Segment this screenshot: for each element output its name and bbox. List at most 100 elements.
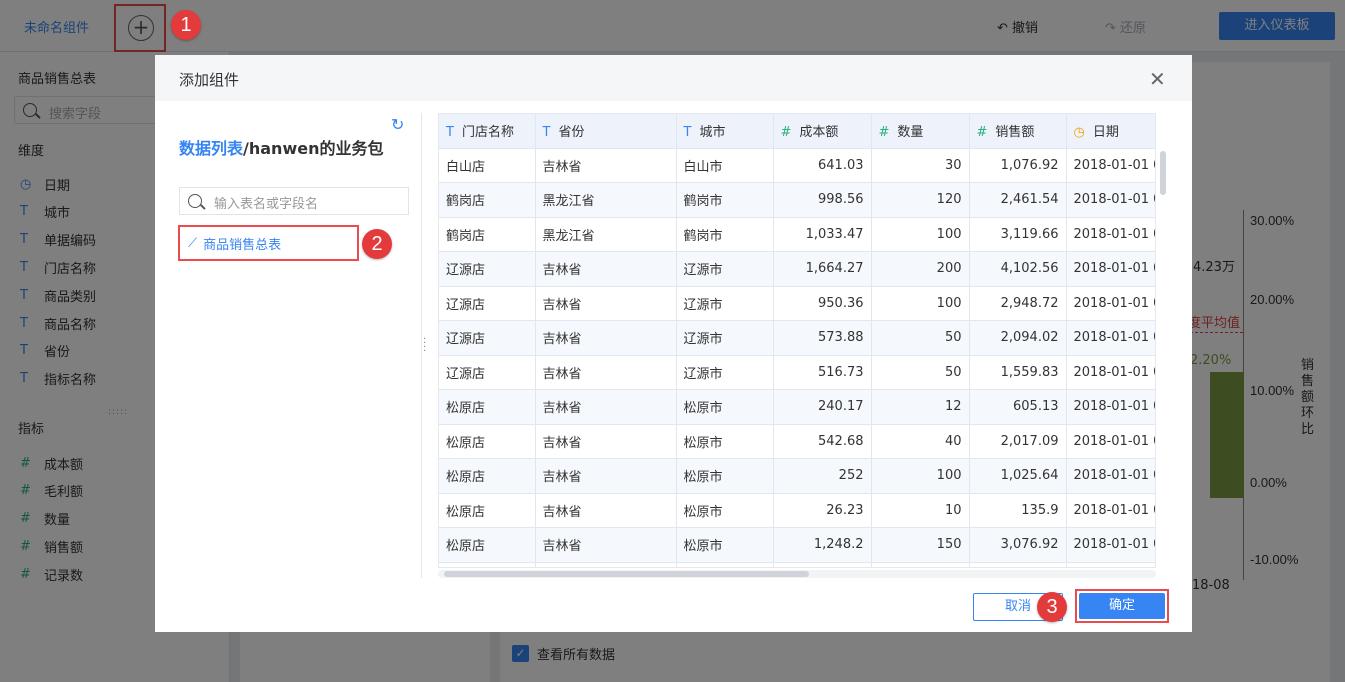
table-cell: 鹤岗店 xyxy=(439,217,536,252)
table-item-sales[interactable]: ⟋ 商品销售总表 xyxy=(178,225,359,261)
table-cell: 40 xyxy=(871,424,970,459)
search-icon xyxy=(188,194,202,208)
table-cell: 1,033.47 xyxy=(773,217,872,252)
hash-icon: # xyxy=(976,125,988,141)
table-cell: 1,664.27 xyxy=(773,251,872,287)
table-cell xyxy=(535,562,677,567)
table-cell: 松原店 xyxy=(439,424,536,459)
table-cell: 950.36 xyxy=(773,286,872,321)
table-cell: 2,094.02 xyxy=(969,320,1067,356)
table-cell: 30 xyxy=(871,148,970,183)
table-cell: 50 xyxy=(871,355,970,390)
table-row xyxy=(439,562,1155,567)
table-cell: 150 xyxy=(871,527,970,563)
table-row: 辽源店 吉林省 辽源市 573.88 50 2,094.02 2018-01-01 0 xyxy=(439,320,1155,356)
horizontal-scrollbar[interactable] xyxy=(444,571,809,577)
table-cell: 黑龙江省 xyxy=(535,182,677,218)
table-cell: 542.68 xyxy=(773,424,872,459)
table-cell: 辽源店 xyxy=(439,320,536,356)
table-cell: 2018-01-01 0 xyxy=(1066,527,1155,563)
table-cell: 240.17 xyxy=(773,389,872,425)
panel-divider xyxy=(421,113,422,578)
table-cell: 3,076.92 xyxy=(969,527,1067,563)
table-cell: 辽源店 xyxy=(439,251,536,287)
data-list-link[interactable]: 数据列表 xyxy=(179,139,243,158)
table-row: 松原店 吉林省 松原市 240.17 12 605.13 2018-01-01 0 xyxy=(439,389,1155,425)
table-cell: 吉林省 xyxy=(535,424,677,459)
column-header[interactable]: # 数量 xyxy=(871,114,970,149)
table-cell: 辽源市 xyxy=(676,286,774,321)
table-cell: 516.73 xyxy=(773,355,872,390)
drag-handle[interactable]: · · · · xyxy=(423,335,426,357)
table-search-input[interactable]: 输入表名或字段名 xyxy=(179,187,409,215)
table-cell: 2018-01-01 0 xyxy=(1066,355,1155,390)
table-row: 白山店 吉林省 白山市 641.03 30 1,076.92 2018-01-01 0 xyxy=(439,148,1155,183)
table-row: 松原店 吉林省 松原市 252 100 1,025.64 2018-01-01 0 xyxy=(439,458,1155,494)
table-cell xyxy=(676,562,774,567)
ok-button-highlight: 确定 xyxy=(1075,589,1169,623)
table-cell: 2,948.72 xyxy=(969,286,1067,321)
table-cell: 白山店 xyxy=(439,148,536,183)
table-cell: 2018-01-01 0 xyxy=(1066,320,1155,356)
table-cell: 辽源市 xyxy=(676,251,774,287)
ok-button[interactable]: 确定 xyxy=(1079,593,1165,619)
table-cell: 1,559.83 xyxy=(969,355,1067,390)
table-cell: 200 xyxy=(871,251,970,287)
table-cell: 1,076.92 xyxy=(969,148,1067,183)
close-icon[interactable]: ✕ xyxy=(1149,67,1166,91)
table-cell: 605.13 xyxy=(969,389,1067,425)
table-cell: 松原店 xyxy=(439,389,536,425)
table-cell: 辽源市 xyxy=(676,355,774,390)
text-type-icon: T xyxy=(542,125,551,141)
table-cell: 黑龙江省 xyxy=(535,217,677,252)
table-cell: 573.88 xyxy=(773,320,872,356)
column-header[interactable]: T 门店名称 xyxy=(439,114,536,149)
table-cell: 松原市 xyxy=(676,389,774,425)
table-cell: 白山市 xyxy=(676,148,774,183)
table-cell: 26.23 xyxy=(773,493,872,528)
table-link-icon: ⟋ xyxy=(188,235,198,251)
table-cell xyxy=(773,562,872,567)
column-header[interactable]: # 成本额 xyxy=(773,114,872,149)
vertical-scrollbar[interactable] xyxy=(1160,151,1166,195)
table-cell: 辽源市 xyxy=(676,320,774,356)
table-cell: 松原市 xyxy=(676,424,774,459)
table-cell: 2018-01-01 0 xyxy=(1066,182,1155,218)
table-cell: 鹤岗市 xyxy=(676,182,774,218)
table-cell: 松原店 xyxy=(439,527,536,563)
table-cell: 松原店 xyxy=(439,458,536,494)
table-cell: 641.03 xyxy=(773,148,872,183)
table-cell: 2018-01-01 0 xyxy=(1066,217,1155,252)
table-cell: 2018-01-01 0 xyxy=(1066,148,1155,183)
table-cell: 辽源店 xyxy=(439,286,536,321)
table-cell: 2018-01-01 0 xyxy=(1066,251,1155,287)
column-header[interactable]: # 销售额 xyxy=(969,114,1067,149)
table-cell: 100 xyxy=(871,458,970,494)
table-cell xyxy=(969,562,1067,567)
table-cell: 吉林省 xyxy=(535,493,677,528)
step-badge-2: 2 xyxy=(362,229,392,259)
table-cell: 2018-01-01 0 xyxy=(1066,493,1155,528)
table-cell: 吉林省 xyxy=(535,251,677,287)
table-cell xyxy=(1066,562,1155,567)
table-cell: 2018-01-01 0 xyxy=(1066,286,1155,321)
table-row: 辽源店 吉林省 辽源市 516.73 50 1,559.83 2018-01-01 0 xyxy=(439,355,1155,390)
column-header[interactable]: T 城市 xyxy=(676,114,774,149)
table-cell: 吉林省 xyxy=(535,458,677,494)
refresh-icon[interactable]: ↻ xyxy=(391,115,404,134)
table-cell: 松原店 xyxy=(439,493,536,528)
column-header[interactable]: ◷ 日期 xyxy=(1066,114,1155,149)
table-cell: 252 xyxy=(773,458,872,494)
table-cell: 鹤岗市 xyxy=(676,217,774,252)
column-header[interactable]: T 省份 xyxy=(535,114,677,149)
dialog-header: 添加组件 ✕ xyxy=(155,55,1192,101)
table-cell: 100 xyxy=(871,217,970,252)
table-cell: 10 xyxy=(871,493,970,528)
table-cell: 2018-01-01 0 xyxy=(1066,424,1155,459)
table-cell: 鹤岗店 xyxy=(439,182,536,218)
dialog-title: 添加组件 xyxy=(179,71,240,89)
table-cell: 100 xyxy=(871,286,970,321)
table-cell: 2,017.09 xyxy=(969,424,1067,459)
table-cell: 吉林省 xyxy=(535,148,677,183)
text-type-icon: T xyxy=(446,125,454,141)
